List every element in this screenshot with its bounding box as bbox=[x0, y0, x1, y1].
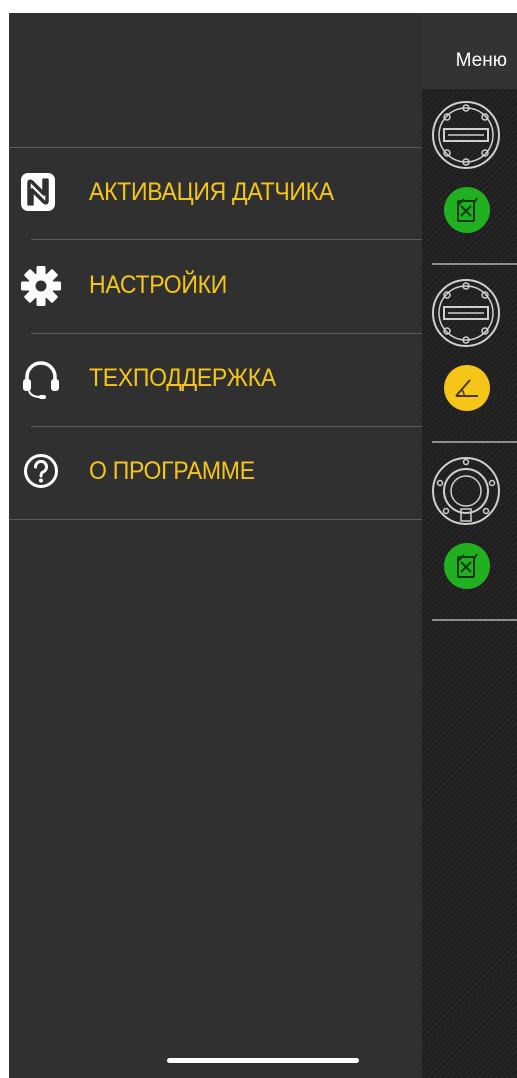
device-card[interactable] bbox=[422, 267, 517, 443]
fuel-can-icon bbox=[444, 543, 490, 589]
menu-item-about[interactable]: О ПРОГРАММЕ bbox=[9, 427, 422, 517]
menu-item-label: АКТИВАЦИЯ ДАТЧИКА bbox=[89, 178, 334, 206]
question-circle-icon bbox=[24, 454, 58, 488]
card-divider bbox=[432, 263, 517, 265]
menu-item-sensor-activation[interactable]: АКТИВАЦИЯ ДАТЧИКА bbox=[9, 148, 422, 238]
navigation-drawer: АКТИВАЦИЯ ДАТЧИКА НАСТРОЙКИ ТЕХПОДДЕРЖКА… bbox=[9, 13, 422, 1078]
device-list-panel bbox=[422, 89, 517, 1078]
device-card[interactable] bbox=[422, 445, 517, 621]
tilt-angle-icon bbox=[444, 365, 490, 411]
fuel-sensor-flange-icon bbox=[432, 101, 500, 169]
drawer-divider bbox=[31, 239, 422, 240]
device-card[interactable] bbox=[422, 89, 517, 265]
menu-item-label: О ПРОГРАММЕ bbox=[89, 457, 255, 485]
menu-item-label: ТЕХПОДДЕРЖКА bbox=[89, 364, 276, 392]
app-screen: Меню АКТИВАЦИЯ ДАТЧИКА НАСТРОЙКИ ТЕХПОДД… bbox=[9, 13, 517, 1078]
menu-item-label: НАСТРОЙКИ bbox=[89, 271, 228, 299]
home-indicator[interactable] bbox=[167, 1058, 359, 1063]
menu-item-support[interactable]: ТЕХПОДДЕРЖКА bbox=[9, 334, 422, 424]
round-sensor-flange-icon bbox=[432, 457, 500, 525]
menu-item-settings[interactable]: НАСТРОЙКИ bbox=[9, 241, 422, 331]
gear-icon bbox=[21, 266, 61, 306]
fuel-can-icon bbox=[444, 187, 490, 233]
card-divider bbox=[432, 619, 517, 621]
card-divider bbox=[432, 441, 517, 443]
drawer-divider bbox=[9, 519, 422, 520]
headset-icon bbox=[23, 361, 59, 399]
nfc-icon bbox=[21, 173, 55, 211]
menu-button[interactable]: Меню bbox=[456, 50, 507, 72]
fuel-sensor-flange-icon bbox=[432, 279, 500, 347]
